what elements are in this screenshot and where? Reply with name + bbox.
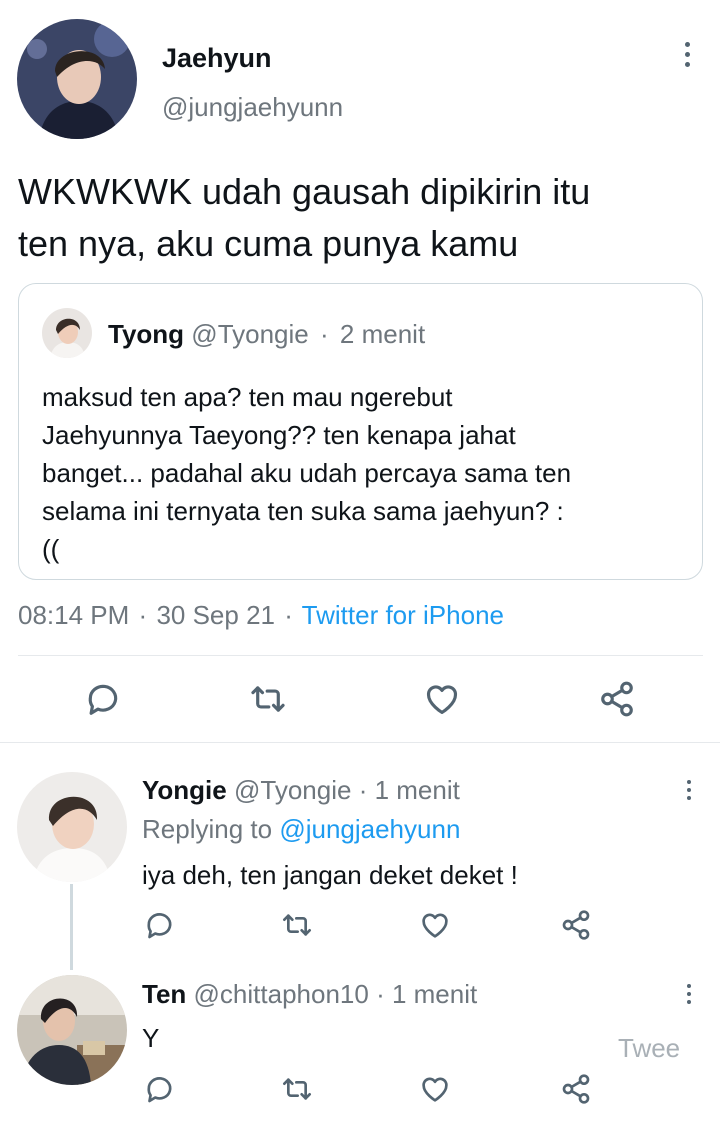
reply-text: iya deh, ten jangan deket deket ! (142, 860, 518, 890)
share-icon[interactable] (560, 909, 592, 941)
avatar-image (17, 975, 127, 1085)
reply-icon[interactable] (84, 680, 122, 718)
main-more-icon[interactable] (682, 42, 692, 67)
quoted-header: Tyong @Tyongie · 2 menit (108, 319, 425, 349)
heart-icon[interactable] (418, 1073, 452, 1105)
reply-author-name[interactable]: Ten (142, 979, 186, 1009)
reply-text: Y (142, 1023, 160, 1053)
reply-header: Ten @chittaphon10 · 1 menit (142, 979, 477, 1009)
quoted-text-line: maksud ten apa? ten mau ngerebut (42, 382, 453, 412)
reply-time: 1 menit (374, 775, 460, 805)
share-icon[interactable] (598, 680, 636, 718)
quoted-author-name[interactable]: Tyong (108, 319, 184, 349)
divider (0, 742, 720, 743)
main-tweet-avatar[interactable] (17, 19, 137, 139)
reply-author-handle[interactable]: @chittaphon10 (194, 979, 369, 1009)
main-author-name[interactable]: Jaehyun (162, 43, 272, 73)
quoted-author-handle[interactable]: @Tyongie (191, 319, 308, 349)
quoted-author-avatar (42, 308, 92, 358)
reply-author-name[interactable]: Yongie (142, 775, 227, 805)
quoted-text-line: Jaehyunnya Taeyong?? ten kenapa jahat (42, 420, 516, 450)
reply-icon[interactable] (143, 1073, 176, 1105)
separator-dot: · (358, 775, 368, 805)
replying-to: Replying to @jungjaehyunn (142, 814, 460, 844)
main-tweet-text: WKWKWK udah gausah dipikirin itu ten nya… (18, 166, 590, 270)
replying-to-label: Replying to (142, 814, 273, 844)
quoted-time: 2 menit (339, 319, 426, 349)
reply-author-handle[interactable]: @Tyongie (234, 775, 351, 805)
retweet-icon[interactable] (248, 680, 288, 718)
separator-dot: · (284, 600, 293, 630)
quoted-tweet-card[interactable]: Tyong @Tyongie · 2 menit maksud ten apa?… (18, 283, 703, 580)
tweet-meta: 08:14 PM · 30 Sep 21 · Twitter for iPhon… (18, 600, 504, 630)
avatar-image (17, 772, 127, 882)
retweet-icon[interactable] (280, 1073, 314, 1105)
separator-dot: · (320, 319, 329, 349)
reply-more-icon[interactable] (684, 984, 694, 1004)
main-author-handle[interactable]: @jungjaehyunn (162, 92, 343, 122)
main-tweet-text-line: ten nya, aku cuma punya kamu (18, 223, 519, 264)
quoted-text-line: (( (42, 534, 60, 564)
reply-more-icon[interactable] (684, 780, 694, 800)
avatar-image (42, 308, 92, 358)
tweet-date[interactable]: 30 Sep 21 (156, 600, 275, 630)
reply-author-avatar[interactable] (17, 975, 127, 1085)
tweet-button-overlay[interactable]: Twee (618, 1033, 680, 1063)
reply-header: Yongie @Tyongie · 1 menit (142, 775, 460, 805)
heart-icon[interactable] (418, 909, 452, 941)
share-icon[interactable] (560, 1073, 592, 1105)
main-tweet-text-line: WKWKWK udah gausah dipikirin itu (18, 171, 591, 212)
retweet-icon[interactable] (280, 909, 314, 941)
reply-icon[interactable] (143, 909, 176, 941)
thread-connector-line (70, 884, 73, 970)
avatar-image (17, 19, 137, 139)
reply-time: 1 menit (391, 979, 478, 1009)
divider (18, 655, 703, 656)
heart-icon[interactable] (422, 680, 462, 718)
replying-to-handle[interactable]: @jungjaehyunn (279, 814, 460, 844)
tweet-source-link[interactable]: Twitter for iPhone (302, 600, 504, 630)
tweet-time[interactable]: 08:14 PM (18, 600, 129, 630)
reply-author-avatar[interactable] (17, 772, 127, 882)
quoted-text-line: banget... padahal aku udah percaya sama … (42, 458, 572, 488)
separator-dot: · (376, 979, 385, 1009)
quoted-text-line: selama ini ternyata ten suka sama jaehyu… (42, 496, 564, 526)
quoted-tweet-text: maksud ten apa? ten mau ngerebut Jaehyun… (42, 378, 571, 568)
separator-dot: · (138, 600, 148, 630)
